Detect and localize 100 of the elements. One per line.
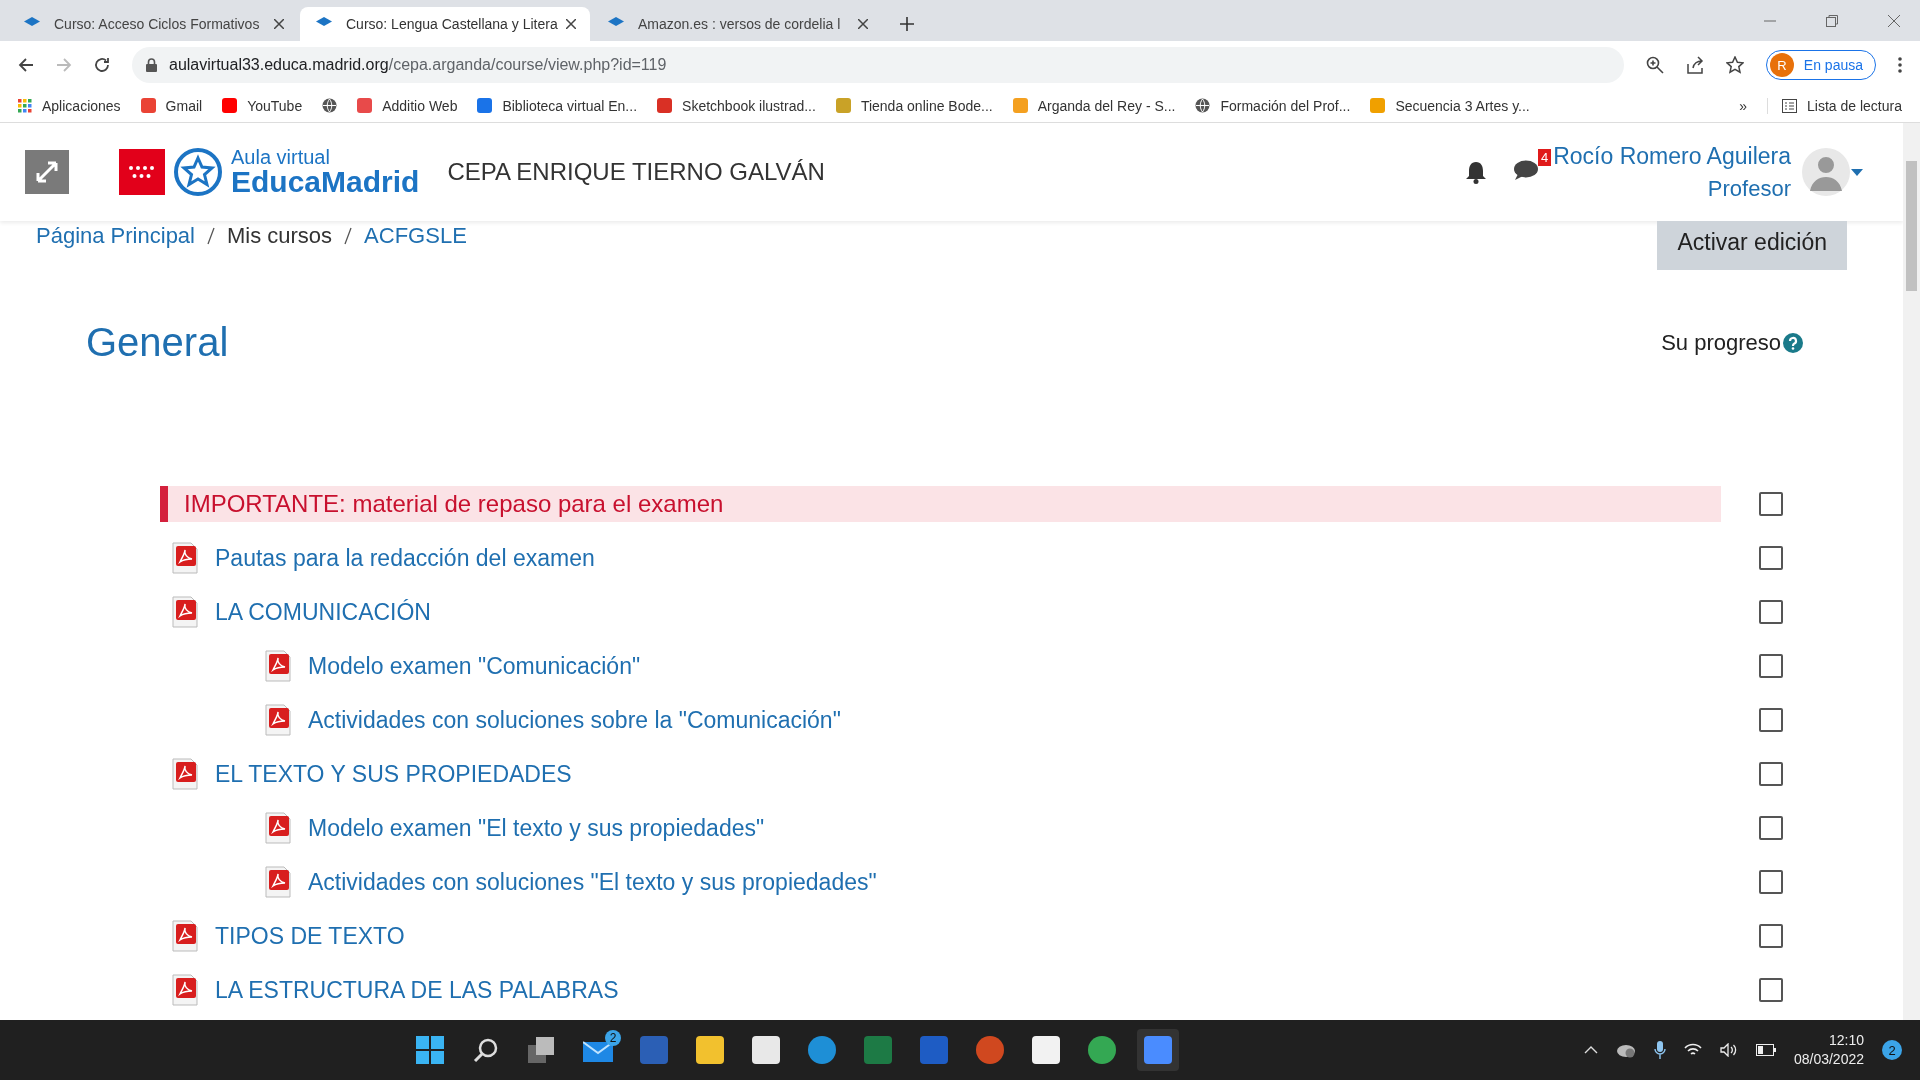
pdf-file-icon (263, 866, 293, 898)
close-icon[interactable] (1888, 15, 1900, 27)
site-logo[interactable]: Aula virtual EducaMadrid (119, 147, 420, 197)
section-title: General (86, 320, 229, 365)
close-icon[interactable] (566, 19, 576, 29)
speaker-icon[interactable] (1719, 1043, 1738, 1057)
pdf-file-icon (263, 704, 293, 736)
app-icon[interactable] (1031, 1036, 1060, 1064)
user-role: Profesor (1707, 175, 1791, 202)
completion-checkbox[interactable] (1759, 978, 1783, 1002)
search-icon[interactable] (472, 1037, 499, 1063)
notification-badge: 4 (1537, 149, 1552, 166)
highlighted-label: IMPORTANTE: material de repaso para el examen (160, 486, 1721, 522)
caret-icon[interactable] (1851, 168, 1863, 176)
completion-checkbox[interactable] (1759, 816, 1783, 840)
fullscreen-button[interactable] (25, 150, 69, 194)
bookmark[interactable]: Arganda del Rey - S... (1012, 97, 1176, 114)
bookmark-icon (357, 98, 373, 113)
activity-link[interactable]: TIPOS DE TEXTO (215, 922, 405, 950)
chevron-up-icon[interactable] (1583, 1046, 1598, 1054)
completion-checkbox[interactable] (1759, 870, 1783, 894)
more-bookmarks-button[interactable]: » (1739, 97, 1748, 114)
activity-link[interactable]: Modelo examen "Comunicación" (308, 652, 641, 680)
activity-link[interactable]: LA ESTRUCTURA DE LAS PALABRAS (215, 976, 619, 1004)
lock-icon[interactable] (146, 58, 157, 72)
pdf-file-icon (263, 650, 293, 682)
microphone-icon[interactable] (1653, 1041, 1666, 1059)
completion-checkbox[interactable] (1759, 708, 1783, 732)
address-field[interactable]: aulavirtual33.educa.madrid.org/cepa.arganda/course/view.php?id=119 (132, 47, 1624, 83)
help-icon[interactable] (1783, 332, 1803, 353)
scrollbar[interactable] (1903, 123, 1920, 1020)
star-circle-icon (173, 147, 223, 197)
browser-tab[interactable]: Curso: Lengua Castellana y Litera (300, 7, 590, 41)
bookmark-icon (835, 98, 851, 113)
activity-link[interactable]: Actividades con soluciones "El texto y sus propiedades" (308, 868, 877, 896)
bell-icon[interactable] (1465, 160, 1488, 184)
activity-link[interactable]: Actividades con soluciones sobre la "Comunicación" (308, 706, 841, 734)
completion-checkbox[interactable] (1759, 546, 1783, 570)
star-icon[interactable] (1725, 56, 1744, 74)
windows-stack-icon[interactable] (527, 1037, 556, 1063)
close-icon[interactable] (858, 19, 868, 29)
activity-link[interactable]: Modelo examen "El texto y sus propiedades" (308, 814, 765, 842)
back-icon[interactable] (18, 57, 34, 73)
app-icon[interactable] (751, 1036, 780, 1064)
pdf-file-icon (170, 920, 200, 952)
bookmark[interactable]: Gmail (140, 97, 203, 114)
completion-checkbox[interactable] (1759, 492, 1783, 516)
stars-flag-icon (119, 149, 165, 195)
bookmark[interactable]: YouTube (222, 97, 303, 114)
clock[interactable]: 12:10 08/03/2022 (1793, 1031, 1864, 1069)
globe-icon[interactable] (322, 98, 338, 113)
cloud-icon[interactable] (1615, 1042, 1636, 1058)
completion-checkbox[interactable] (1759, 924, 1783, 948)
pdf-file-icon (263, 812, 293, 844)
pdf-file-icon (170, 974, 200, 1006)
breadcrumb-item[interactable]: Página Principal (36, 223, 195, 249)
bookmark-icon (657, 98, 673, 113)
pdf-file-icon (170, 758, 200, 790)
slash-icon (207, 227, 215, 245)
progress-label: Su progreso (1661, 329, 1781, 356)
reload-icon[interactable] (94, 57, 110, 73)
activity-link[interactable]: Pautas para la redacción del examen (215, 544, 595, 572)
activity-link[interactable]: EL TEXTO Y SUS PROPIEDADES (215, 760, 572, 788)
slash-icon (344, 227, 353, 245)
breadcrumb-item[interactable]: ACFGSLE (364, 223, 467, 249)
user-name[interactable]: Rocío Romero Aguilera (1553, 142, 1791, 170)
bookmark[interactable]: Biblioteca virtual En... (477, 97, 638, 114)
bookmark-icon (1370, 98, 1386, 113)
reading-list-button[interactable]: Lista de lectura (1767, 97, 1902, 114)
completion-checkbox[interactable] (1759, 762, 1783, 786)
bookmark-icon (140, 98, 156, 113)
globe-icon (1195, 98, 1211, 113)
completion-checkbox[interactable] (1759, 654, 1783, 678)
bookmark[interactable]: Tienda online Bode... (835, 97, 993, 114)
start-icon[interactable] (415, 1036, 444, 1064)
bookmark-icon (477, 98, 493, 113)
list-icon (1782, 98, 1798, 113)
battery-icon[interactable] (1755, 1044, 1776, 1056)
breadcrumb-item: Mis cursos (227, 223, 333, 249)
zoom-icon[interactable] (1645, 56, 1664, 74)
wifi-icon[interactable] (1683, 1043, 1702, 1057)
bookmark[interactable]: Formación del Prof... (1195, 97, 1351, 114)
chat-icon[interactable] (1513, 159, 1540, 181)
bookmark[interactable]: Aplicaciones (18, 97, 121, 114)
bookmark[interactable]: Additio Web (357, 97, 458, 114)
browser-tab[interactable]: Amazon.es : versos de cordelia l (592, 7, 882, 41)
bookmark[interactable]: Sketchbook ilustrad... (657, 97, 816, 114)
share-icon[interactable] (1685, 56, 1704, 74)
edit-mode-button[interactable]: Activar edición (1657, 221, 1847, 270)
new-tab-icon[interactable] (900, 17, 914, 31)
activity-link[interactable]: LA COMUNICACIÓN (215, 598, 431, 626)
app-icon[interactable] (695, 1036, 724, 1064)
restore-icon[interactable] (1826, 15, 1838, 27)
menu-icon[interactable] (1898, 57, 1902, 73)
close-icon[interactable] (274, 19, 284, 29)
notification-badge[interactable]: 2 (1882, 1040, 1902, 1060)
avatar-icon[interactable] (1801, 147, 1851, 197)
bookmark[interactable]: Secuencia 3 Artes y... (1370, 97, 1530, 114)
completion-checkbox[interactable] (1759, 600, 1783, 624)
browser-tab[interactable]: Curso: Acceso Ciclos Formativos (8, 7, 298, 41)
